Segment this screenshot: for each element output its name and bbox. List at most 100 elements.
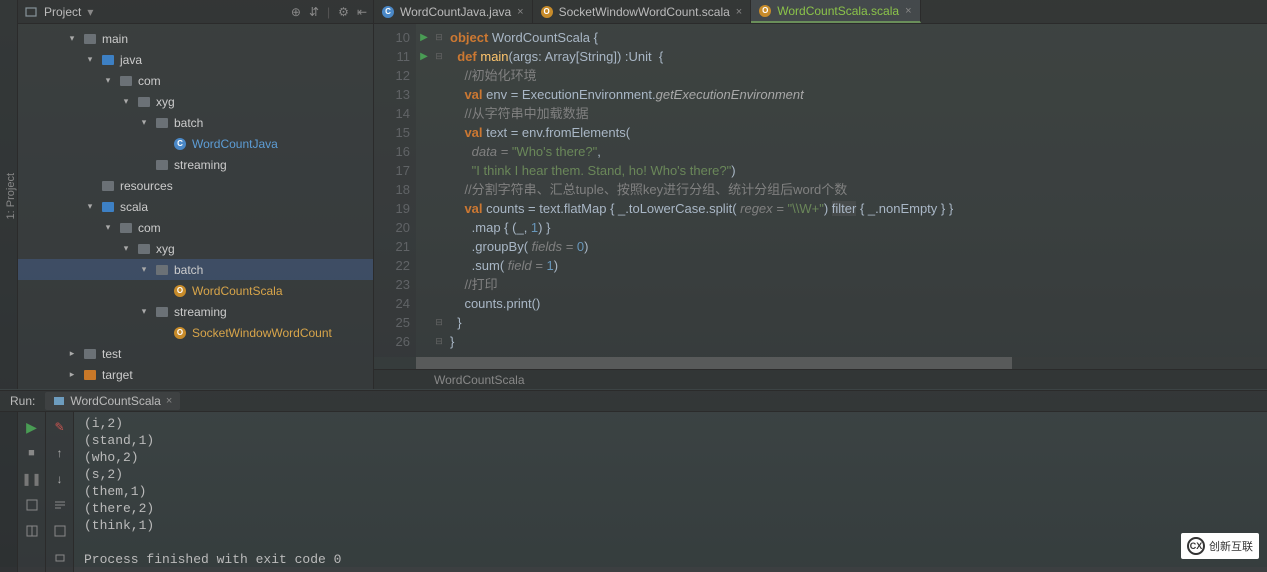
print-button[interactable] [52, 549, 68, 565]
run-line-marker[interactable]: ▶ [416, 28, 432, 47]
tree-row-streaming[interactable]: ▾streaming [18, 301, 373, 322]
down-button[interactable]: ↓ [52, 471, 68, 487]
layout-button[interactable] [24, 523, 40, 539]
code-line[interactable]: .groupBy( fields = 0) [450, 237, 953, 256]
tree-arrow[interactable]: ▾ [66, 33, 78, 44]
run-config-tab[interactable]: WordCountScala × [45, 392, 180, 410]
code-line[interactable]: } [450, 332, 953, 351]
code-area[interactable]: object WordCountScala { def main(args: A… [446, 24, 953, 357]
tree-arrow[interactable]: ▾ [120, 243, 132, 254]
flatten-icon[interactable]: ⇵ [309, 5, 319, 19]
tree-arrow[interactable]: ▸ [66, 348, 78, 359]
code-line[interactable]: val counts = text.flatMap { _.toLowerCas… [450, 199, 953, 218]
code-line[interactable]: counts.print() [450, 294, 953, 313]
code-line[interactable]: .map { (_, 1) } [450, 218, 953, 237]
edit-button[interactable]: ✎ [52, 419, 68, 435]
dropdown-icon[interactable]: ▾ [87, 5, 93, 19]
scrollbar-thumb[interactable] [416, 357, 1012, 369]
code-line[interactable]: //打印 [450, 275, 953, 294]
tree-row-com[interactable]: ▾ com [18, 70, 373, 91]
code-line[interactable]: //分割字符串、汇总tuple、按照key进行分组、统计分组后word个数 [450, 180, 953, 199]
run-line-marker[interactable]: ▶ [416, 47, 432, 66]
tree-row-scala[interactable]: ▾scala [18, 196, 373, 217]
tree-label: WordCountScala [192, 284, 283, 298]
tree-row-wordcountjava[interactable]: CWordCountJava [18, 133, 373, 154]
tree-row-java[interactable]: ▾java [18, 49, 373, 70]
code-line[interactable]: def main(args: Array[String]) :Unit { [450, 47, 953, 66]
tree-row-test[interactable]: ▸test [18, 343, 373, 364]
fold-marker[interactable]: ⊟ [432, 332, 446, 351]
code-line[interactable]: val env = ExecutionEnvironment.getExecut… [450, 85, 953, 104]
code-line[interactable]: } [450, 313, 953, 332]
run-console[interactable]: (i,2) (stand,1) (who,2) (s,2) (them,1) (… [74, 411, 1267, 572]
code-line[interactable]: .sum( field = 1) [450, 256, 953, 275]
tree-arrow[interactable]: ▾ [138, 306, 150, 317]
line-number: 20 [374, 218, 410, 237]
tree-row-socketwindowwordcount[interactable]: OSocketWindowWordCount [18, 322, 373, 343]
tree-row-xyg[interactable]: ▾xyg [18, 91, 373, 112]
fold-marker[interactable]: ⊟ [432, 28, 446, 47]
tree-row-target[interactable]: ▸target [18, 364, 373, 385]
left-tool-strip[interactable]: 1: Project [0, 0, 18, 389]
tree-arrow[interactable]: ▾ [102, 222, 114, 233]
tab-WordCountJava.java[interactable]: CWordCountJava.java× [374, 0, 533, 23]
tree-arrow[interactable]: ▾ [84, 201, 96, 212]
code-line[interactable]: object WordCountScala { [450, 28, 953, 47]
tree-row-resources[interactable]: resources [18, 175, 373, 196]
pause-button[interactable]: ❚❚ [24, 471, 40, 487]
wrap-button[interactable] [52, 497, 68, 513]
tree-arrow[interactable]: ▾ [102, 75, 114, 86]
tree-row-batch[interactable]: ▾batch [18, 259, 373, 280]
project-tree[interactable]: ▾main▾java▾com▾xyg▾batchCWordCountJavast… [18, 24, 373, 389]
target-icon[interactable]: ⊕ [291, 5, 301, 19]
tab-label: SocketWindowWordCount.scala [559, 5, 730, 19]
code-line[interactable]: data = "Who's there?", [450, 142, 953, 161]
code-line[interactable]: "I think I hear them. Stand, ho! Who's t… [450, 161, 953, 180]
close-icon[interactable]: × [517, 6, 523, 18]
run-gutter[interactable]: ▶▶ [416, 24, 432, 357]
dump-button[interactable] [24, 497, 40, 513]
folder-icon [136, 97, 152, 107]
tree-row-main[interactable]: ▾main [18, 28, 373, 49]
up-button[interactable]: ↑ [52, 445, 68, 461]
editor-breadcrumb[interactable]: WordCountScala [374, 369, 1267, 389]
fold-marker[interactable]: ⊟ [432, 313, 446, 332]
code-line[interactable]: //初始化环境 [450, 66, 953, 85]
left-tool-strip-lower[interactable] [0, 411, 18, 572]
line-number: 11 [374, 47, 410, 66]
folder-icon [82, 34, 98, 44]
tree-arrow[interactable]: ▾ [138, 264, 150, 275]
stop-button[interactable]: ■ [24, 445, 40, 461]
collapse-icon[interactable]: ⇤ [357, 5, 367, 19]
tree-arrow[interactable]: ▾ [84, 54, 96, 65]
tab-WordCountScala.scala[interactable]: OWordCountScala.scala× [751, 0, 920, 23]
tree-row-com[interactable]: ▾com [18, 217, 373, 238]
tree-row-xyg[interactable]: ▾xyg [18, 238, 373, 259]
strip-label[interactable]: 1: Project [5, 173, 17, 219]
tree-arrow[interactable]: ▸ [66, 369, 78, 380]
editor-area: CWordCountJava.java× O SocketWindowWordCou… [374, 0, 1267, 389]
tree-label: com [138, 74, 161, 88]
object-icon: O [759, 5, 771, 17]
scroll-button[interactable] [52, 523, 68, 539]
close-icon[interactable]: × [736, 6, 742, 18]
rerun-button[interactable]: ▶ [24, 419, 40, 435]
gear-icon[interactable]: ⚙ [338, 5, 349, 19]
code-line[interactable]: //从字符串中加载数据 [450, 104, 953, 123]
tree-row-batch[interactable]: ▾batch [18, 112, 373, 133]
editor-body[interactable]: 1011121314151617181920212223242526 ▶▶ ⊟⊟… [374, 24, 1267, 357]
close-icon[interactable]: × [166, 395, 172, 407]
run-line-marker [416, 66, 432, 85]
tab-SocketWindowWordCount.scala[interactable]: OSocketWindowWordCount.scala× [533, 0, 752, 23]
editor-hscrollbar[interactable] [416, 357, 1267, 369]
tree-row-streaming[interactable]: streaming [18, 154, 373, 175]
folder-icon [154, 265, 170, 275]
tree-arrow[interactable]: ▾ [138, 117, 150, 128]
fold-marker [432, 199, 446, 218]
close-icon[interactable]: × [905, 5, 911, 17]
fold-gutter[interactable]: ⊟⊟⊟⊟ [432, 24, 446, 357]
tree-row-wordcountscala[interactable]: OWordCountScala [18, 280, 373, 301]
fold-marker[interactable]: ⊟ [432, 47, 446, 66]
code-line[interactable]: val text = env.fromElements( [450, 123, 953, 142]
tree-arrow[interactable]: ▾ [120, 96, 132, 107]
